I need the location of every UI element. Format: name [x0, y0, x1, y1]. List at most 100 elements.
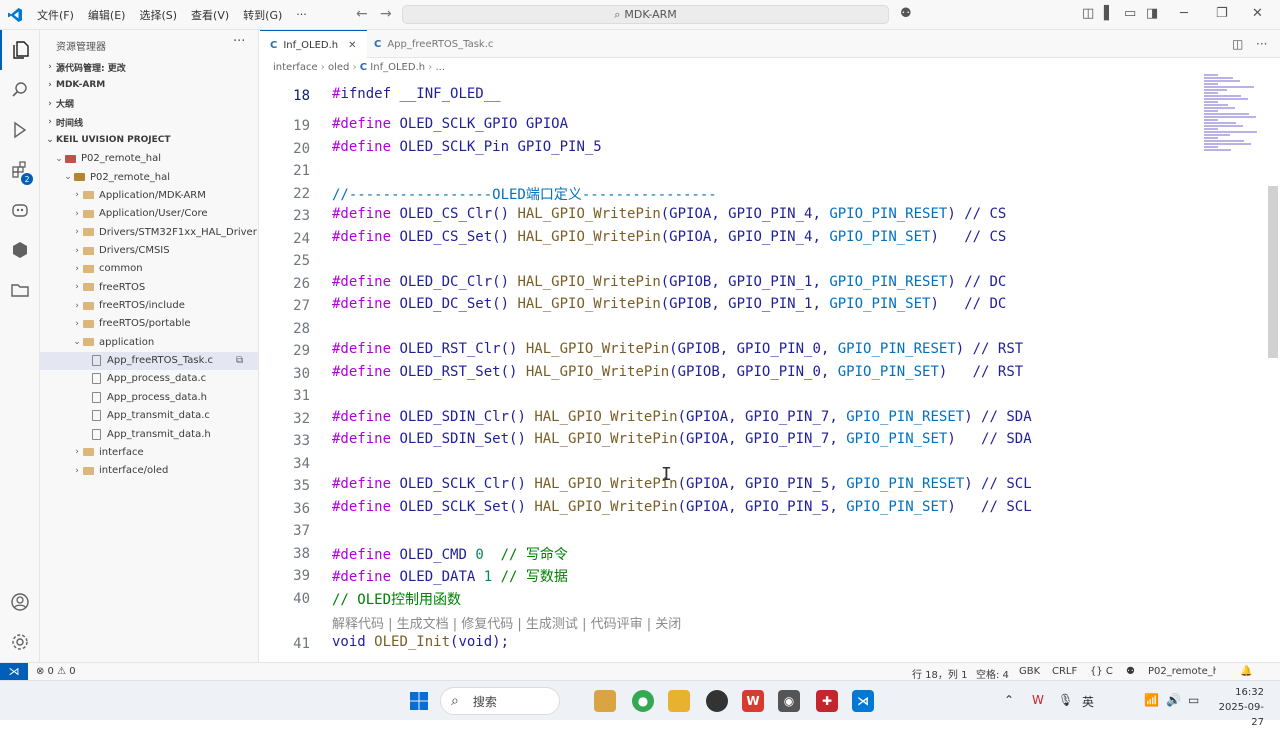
notifications-icon[interactable]: 🔔 [1240, 666, 1252, 677]
ime-indicator[interactable]: 英 [1082, 693, 1094, 710]
menu-file[interactable]: 文件(F) [30, 7, 81, 23]
command-center[interactable]: ⌕ MDK-ARM [402, 5, 889, 24]
code-line[interactable]: #define OLED_SDIN_Set() HAL_GPIO_WritePi… [332, 431, 1032, 447]
tree-folder[interactable]: ⌄ application [40, 333, 259, 351]
run-debug-icon[interactable] [0, 110, 40, 150]
menu-selection[interactable]: 选择(S) [132, 7, 184, 23]
remote-indicator[interactable]: ⋊ [0, 663, 28, 680]
copilot-status-icon[interactable]: ⚉ [1126, 666, 1135, 677]
menu-view[interactable]: 查看(V) [184, 7, 236, 23]
tree-file[interactable]: App_transmit_data.c [40, 407, 259, 425]
tree-folder[interactable]: › Drivers/STM32F1xx_HAL_Driver [40, 223, 259, 241]
copy-path-icon[interactable]: ⧉ [236, 355, 243, 366]
toggle-sidebar-icon[interactable]: ▌ [1104, 6, 1114, 21]
tree-folder[interactable]: › freeRTOS/include [40, 297, 259, 315]
battery-icon[interactable]: ▭ [1188, 693, 1199, 707]
tab-inf-oled-h[interactable]: C Inf_OLED.h ✕ [260, 30, 367, 59]
restore-icon[interactable]: ❐ [1216, 6, 1228, 21]
tree-folder[interactable]: › freeRTOS [40, 278, 259, 296]
problems-count[interactable]: ⊗ 0 ⚠ 0 [36, 666, 76, 677]
sidebar-section[interactable]: › 时间线 [40, 113, 259, 131]
taskbar-search[interactable]: ⌕ 搜索 [440, 687, 560, 715]
language-mode[interactable]: {} C [1090, 666, 1113, 677]
tree-file[interactable]: App_transmit_data.h [40, 425, 259, 443]
tree-folder[interactable]: › Drivers/CMSIS [40, 242, 259, 260]
breadcrumb-file[interactable]: Inf_OLED.h [370, 62, 425, 73]
windows-start-icon[interactable] [408, 690, 430, 712]
code-line[interactable]: #define OLED_CS_Set() HAL_GPIO_WritePin(… [332, 229, 1006, 245]
indentation[interactable]: 空格: 4 [976, 666, 1009, 681]
editor-more-actions[interactable]: ··· [1256, 37, 1267, 51]
code-line[interactable]: #define OLED_SDIN_Clr() HAL_GPIO_WritePi… [332, 409, 1032, 425]
codelens-actions[interactable]: 解释代码 | 生成文档 | 修复代码 | 生成测试 | 代码评审 | 关闭 [332, 613, 681, 632]
code-line[interactable]: #define OLED_DC_Clr() HAL_GPIO_WritePin(… [332, 274, 1006, 290]
code-line[interactable]: #define OLED_SCLK_Pin GPIO_PIN_5 [332, 139, 602, 155]
copilot-chat-icon[interactable] [0, 190, 40, 230]
tree-folder[interactable]: ⌄ P02_remote_hal [40, 150, 259, 168]
tree-folder[interactable]: ⌄ P02_remote_hal [40, 168, 259, 186]
breadcrumb-oled[interactable]: oled [328, 62, 349, 73]
search-icon[interactable] [0, 70, 40, 110]
volume-icon[interactable]: 🔊 [1166, 693, 1181, 707]
split-editor-icon[interactable]: ◫ [1232, 37, 1243, 51]
xmind-icon[interactable]: ✚ [816, 690, 838, 712]
cursor-position[interactable]: 行 18，列 1 [912, 666, 967, 681]
code-line[interactable]: #define OLED_RST_Set() HAL_GPIO_WritePin… [332, 364, 1023, 380]
file-explorer-icon[interactable] [668, 690, 690, 712]
tab-app-freertos-task-c[interactable]: C App_freeRTOS_Task.c [364, 30, 503, 58]
mic-icon[interactable]: 🎙 [1058, 693, 1073, 707]
tree-folder[interactable]: › freeRTOS/portable [40, 315, 259, 333]
tree-folder[interactable]: › Application/User/Core [40, 205, 259, 223]
vscode-taskbar-icon[interactable]: ⋊ [852, 690, 874, 712]
menu-edit[interactable]: 编辑(E) [81, 7, 133, 23]
minimap[interactable] [1204, 74, 1264, 154]
tray-chevron-icon[interactable]: ⌃ [1004, 693, 1014, 707]
code-line[interactable]: void OLED_Init(void); [332, 634, 509, 650]
folder-icon[interactable] [0, 270, 40, 310]
wifi-icon[interactable]: 📶 [1144, 693, 1159, 707]
code-line[interactable]: #define OLED_RST_Clr() HAL_GPIO_WritePin… [332, 341, 1023, 357]
code-line[interactable]: #define OLED_CS_Clr() HAL_GPIO_WritePin(… [332, 206, 1006, 222]
menu-more[interactable]: ··· [289, 8, 314, 21]
menu-go[interactable]: 转到(G) [236, 7, 289, 23]
toggle-secondary-sidebar-icon[interactable]: ◨ [1146, 6, 1158, 21]
code-line[interactable]: //-----------------OLED端口定义-------------… [332, 184, 717, 204]
code-view[interactable]: 17#define OLED_SDIN_Pin GPIO_PIN_718#ifn… [260, 78, 1200, 662]
app-icon[interactable] [706, 690, 728, 712]
explorer-more-actions[interactable]: ··· [233, 34, 245, 49]
code-line[interactable]: #define OLED_SCLK_GPIO GPIOA [332, 116, 568, 132]
tree-file[interactable]: App_process_data.h [40, 388, 259, 406]
sidebar-section[interactable]: › 源代码管理: 更改 [40, 58, 259, 76]
wps-tray-icon[interactable]: W [1032, 693, 1044, 707]
vertical-scrollbar[interactable] [1268, 186, 1278, 358]
layout-customize-icon[interactable]: ◫ [1082, 6, 1094, 21]
system-clock[interactable]: 16:32 2025-09-27 [1208, 685, 1264, 730]
code-line[interactable]: #define OLED_CMD 0 // 写命令 [332, 544, 568, 564]
sidebar-section[interactable]: › 大纲 [40, 95, 259, 113]
encoding[interactable]: GBK [1019, 666, 1040, 677]
wps-icon[interactable]: W [742, 690, 764, 712]
sidebar-section[interactable]: ⌄ KEIL UVISION PROJECT [40, 131, 259, 149]
tree-folder[interactable]: › common [40, 260, 259, 278]
code-line[interactable]: #define OLED_DC_Set() HAL_GPIO_WritePin(… [332, 296, 1006, 312]
code-line[interactable]: #define OLED_SCLK_Set() HAL_GPIO_WritePi… [332, 499, 1032, 515]
breadcrumb-symbol[interactable]: ... [435, 62, 445, 73]
tree-file[interactable]: App_freeRTOS_Task.c ⧉ [40, 351, 259, 370]
code-line[interactable]: // OLED控制用函数 [332, 589, 461, 609]
settings-gear-icon[interactable] [0, 622, 40, 662]
close-window-icon[interactable]: ✕ [1252, 6, 1263, 21]
toggle-panel-icon[interactable]: ▭ [1124, 6, 1136, 21]
minimize-icon[interactable]: ─ [1180, 6, 1188, 21]
close-tab-icon[interactable]: ✕ [348, 40, 356, 51]
tree-file[interactable]: App_process_data.c [40, 370, 259, 388]
code-line[interactable]: #define OLED_DATA 1 // 写数据 [332, 566, 568, 586]
back-arrow-icon[interactable]: ← [356, 6, 368, 22]
keil-extension-icon[interactable] [0, 230, 40, 270]
explorer-icon[interactable] [0, 30, 40, 70]
tree-folder[interactable]: › interface [40, 443, 259, 461]
forward-arrow-icon[interactable]: → [380, 6, 392, 22]
code-line[interactable]: #define OLED_SCLK_Clr() HAL_GPIO_WritePi… [332, 476, 1032, 492]
code-line[interactable]: #ifndef __INF_OLED__ [332, 86, 501, 102]
account-icon[interactable] [0, 582, 40, 622]
tree-folder[interactable]: › interface/oled [40, 462, 259, 480]
